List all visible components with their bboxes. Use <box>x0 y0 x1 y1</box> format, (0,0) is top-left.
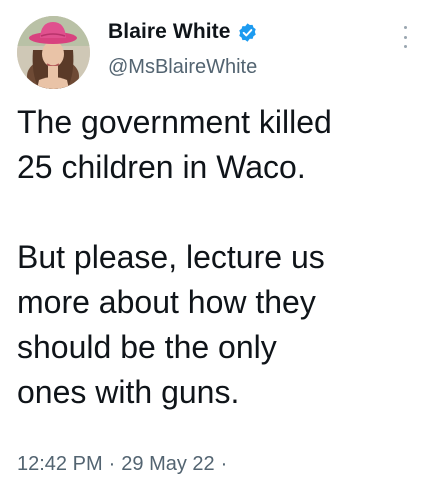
author-name-row: Blaire White <box>108 18 258 46</box>
tweet-text-line: The government killed <box>17 104 332 140</box>
tweet-time[interactable]: 12:42 PM <box>17 453 103 476</box>
tweet-text-line: more about how they <box>17 284 316 320</box>
tweet-meta: 12:42 PM · 29 May 22 · <box>17 453 233 476</box>
more-options-icon[interactable] <box>398 26 412 48</box>
author-display-name[interactable]: Blaire White <box>108 20 231 44</box>
tweet-text-line: should be the only <box>17 329 277 365</box>
tweet-text-line: But please, lecture us <box>17 239 325 275</box>
meta-separator: · <box>220 453 228 475</box>
tweet-date[interactable]: 29 May 22 <box>121 453 214 476</box>
avatar[interactable] <box>17 16 90 89</box>
tweet-text: The government killed 25 children in Wac… <box>17 100 417 415</box>
meta-separator: · <box>108 453 116 475</box>
verified-badge-icon <box>237 22 258 43</box>
profile-photo <box>17 16 90 89</box>
tweet-card: Blaire White @MsBlaireWhite The governme… <box>0 0 422 500</box>
author-handle[interactable]: @MsBlaireWhite <box>108 56 257 79</box>
tweet-text-line: 25 children in Waco. <box>17 149 306 185</box>
tweet-text-line: ones with guns. <box>17 374 240 410</box>
